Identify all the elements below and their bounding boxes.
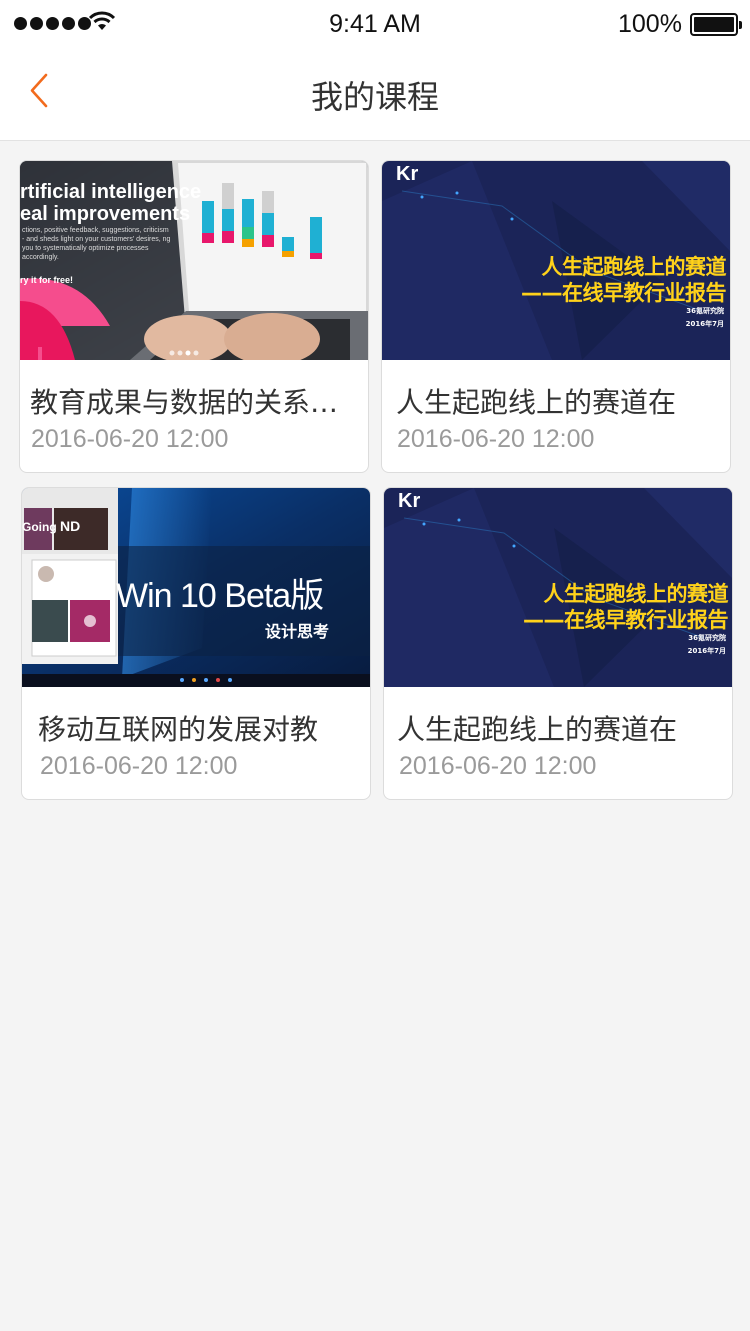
thumbnail-month: 2016年7月 (687, 647, 726, 655)
course-thumbnail: rtificial intelligence eal improvements … (20, 161, 368, 360)
page-title: 我的课程 (310, 78, 439, 116)
battery-percentage: 100% (618, 10, 682, 38)
thumbnail-subtitle: 设计思考 (265, 622, 330, 641)
course-date: 2016-06-20 12:00 (399, 752, 597, 780)
thumbnail-tile-text: ND (60, 518, 81, 534)
course-card[interactable]: Kr 人生起跑线上的赛道 ——在线早教行业报告 36氪研究院 2016年7月 人… (383, 487, 733, 800)
thumbnail-subheadline: ——在线早教行业报告 (521, 281, 727, 305)
course-title: 人生起跑线上的赛道在 (397, 713, 678, 746)
course-title: 人生起跑线上的赛道在 (396, 386, 677, 419)
thumbnail-org: 36氪研究院 (688, 634, 726, 642)
course-thumbnail: Kr 人生起跑线上的赛道 ——在线早教行业报告 36氪研究院 2016年7月 (384, 488, 732, 687)
thumbnail-tile-text: Going (22, 520, 57, 534)
course-card[interactable]: Going ND Win 10 Beta版 设计思考 移动互联网的发展对教 20… (21, 487, 371, 800)
battery-icon (690, 13, 742, 36)
kr-logo: Kr (396, 163, 419, 185)
course-card[interactable]: Kr 人生起跑线上的赛道 ——在线早教行业报告 36氪研究院 2016年7月 人… (381, 160, 731, 473)
kr-logo: Kr (398, 490, 421, 512)
course-date: 2016-06-20 12:00 (31, 425, 229, 453)
course-title: 移动互联网的发展对教 (38, 713, 319, 746)
thumbnail-body-text: ctions, positive feedback, suggestions, … (22, 227, 171, 261)
course-thumbnail: Going ND Win 10 Beta版 设计思考 (22, 488, 370, 687)
thumbnail-month: 2016年7月 (685, 320, 724, 328)
course-thumbnail: Kr 人生起跑线上的赛道 ——在线早教行业报告 36氪研究院 2016年7月 (382, 161, 730, 360)
thumbnail-headline: Win 10 Beta版 (116, 577, 324, 615)
thumbnail-cta-text: ry it for free! (20, 275, 74, 285)
course-card[interactable]: rtificial intelligence eal improvements … (19, 160, 369, 473)
thumbnail-org: 36氪研究院 (686, 307, 724, 315)
status-bar: 9:41 AM 100% (0, 0, 750, 50)
course-title: 教育成果与数据的关系数据 (30, 386, 362, 419)
course-date: 2016-06-20 12:00 (40, 752, 238, 780)
course-date: 2016-06-20 12:00 (397, 425, 595, 453)
thumbnail-headline: rtificial intelligence eal improvements (20, 181, 202, 225)
navigation-bar: 我的课程 (0, 50, 750, 141)
thumbnail-subheadline: ——在线早教行业报告 (523, 608, 729, 632)
